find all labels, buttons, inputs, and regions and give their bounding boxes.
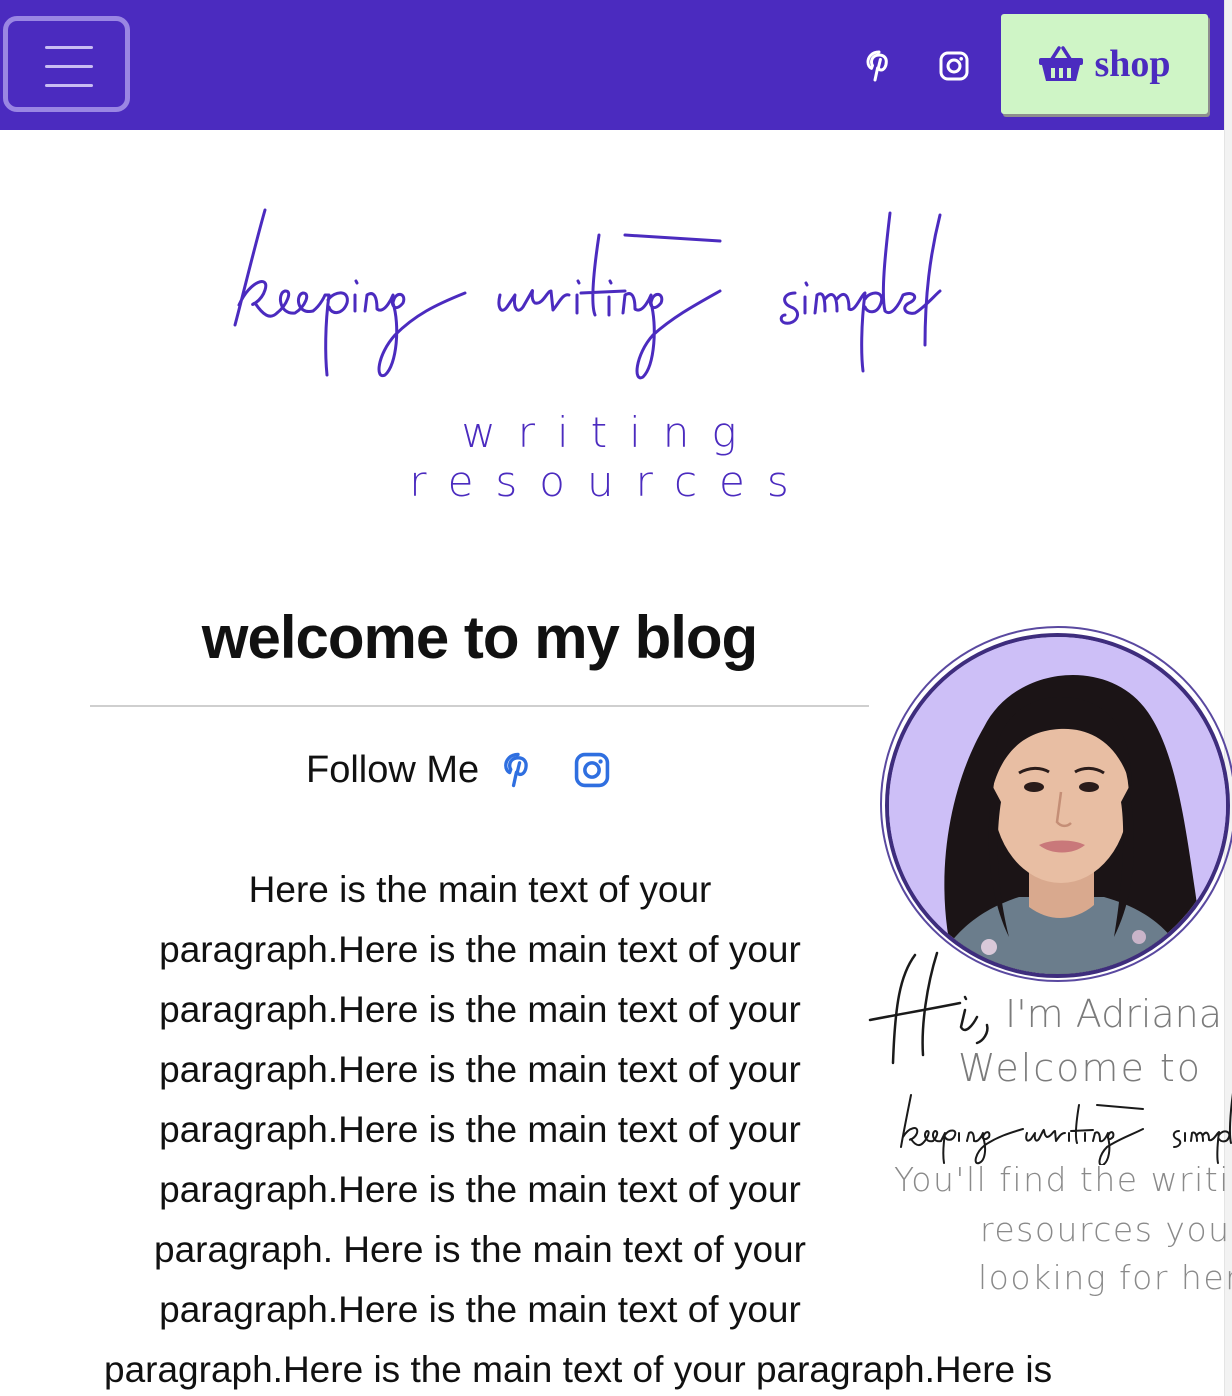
paragraph-line: paragraph.Here is the main text of your — [159, 1049, 801, 1090]
pinterest-icon — [504, 752, 528, 788]
page-title: welcome to my blog — [201, 604, 758, 671]
site-logo-script — [233, 208, 942, 380]
shop-label: shop — [1094, 43, 1171, 85]
pinterest-icon — [866, 50, 888, 82]
sidebar-brand-script — [900, 1092, 1232, 1165]
blog-paragraph: Here is the main text of your paragraph.… — [100, 860, 1052, 1396]
paragraph-line: paragraph.Here is the main text of your — [159, 929, 801, 970]
logo-subtitle: writing resources — [409, 408, 811, 506]
paragraph-line: Here is the main text of your — [248, 869, 712, 910]
sidebar-text-line: looking for here — [978, 1258, 1232, 1297]
instagram-icon — [939, 51, 969, 81]
hamburger-icon-bar — [45, 65, 93, 68]
follow-pinterest-link[interactable] — [501, 750, 535, 790]
shopping-basket-icon — [1039, 46, 1084, 81]
paragraph-line: paragraph.Here is the main text of your — [159, 989, 801, 1030]
paragraph-line: paragraph.Here is the main text of your — [159, 1289, 801, 1330]
shop-button[interactable]: shop — [1001, 14, 1208, 114]
title-divider — [90, 705, 869, 707]
follow-me-label: Follow Me — [306, 748, 480, 791]
page: shop writing resources welcome to my blo… — [0, 0, 1232, 1396]
paragraph-line: paragraph.Here is the main text of your — [159, 1109, 801, 1150]
follow-instagram-link[interactable] — [573, 751, 611, 789]
paragraph-line: paragraph.Here is the main text of your — [159, 1169, 801, 1210]
sidebar-welcome: Welcome to — [958, 1046, 1203, 1090]
nav-pinterest-link[interactable] — [857, 44, 901, 88]
instagram-icon — [574, 752, 610, 788]
author-photo — [889, 637, 1226, 974]
nav-instagram-link[interactable] — [932, 44, 976, 88]
sidebar-text-line: resources you'r — [980, 1210, 1232, 1249]
sidebar-greeting: I'm Adriana — [1005, 992, 1223, 1036]
menu-toggle-button[interactable] — [3, 16, 130, 112]
top-navbar: shop — [0, 0, 1224, 130]
hamburger-icon-bar — [45, 46, 93, 49]
sidebar-text-line: You'll find the writin — [894, 1160, 1232, 1199]
follow-me-row: Follow Me — [306, 742, 649, 798]
paragraph-line: paragraph.Here is the main text of your … — [104, 1349, 1053, 1390]
paragraph-line: paragraph. Here is the main text of your — [154, 1229, 806, 1270]
hamburger-icon-bar — [45, 84, 93, 87]
author-avatar — [885, 633, 1230, 978]
